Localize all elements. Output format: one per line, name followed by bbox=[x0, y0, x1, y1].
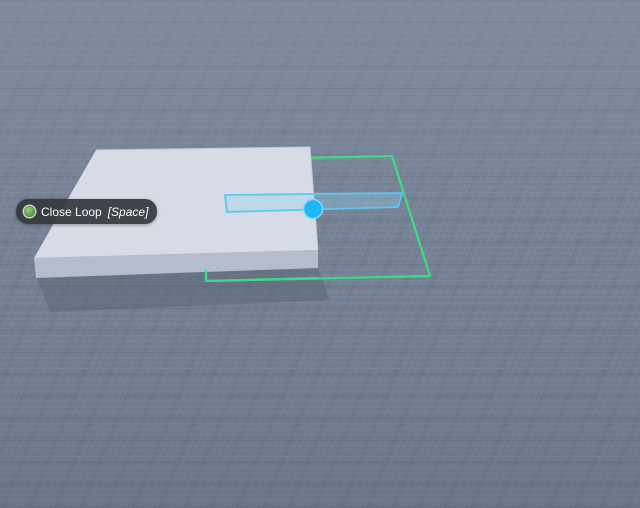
viewport-3d[interactable]: Close Loop [Space] bbox=[0, 0, 640, 508]
close-loop-tooltip: Close Loop [Space] bbox=[16, 199, 158, 224]
tooltip-key-label: [Space] bbox=[107, 204, 149, 219]
scene-canvas[interactable] bbox=[0, 0, 640, 508]
green-status-dot-icon bbox=[24, 206, 35, 217]
tooltip-action-label: Close Loop bbox=[41, 204, 102, 219]
drag-handle[interactable] bbox=[302, 198, 324, 220]
